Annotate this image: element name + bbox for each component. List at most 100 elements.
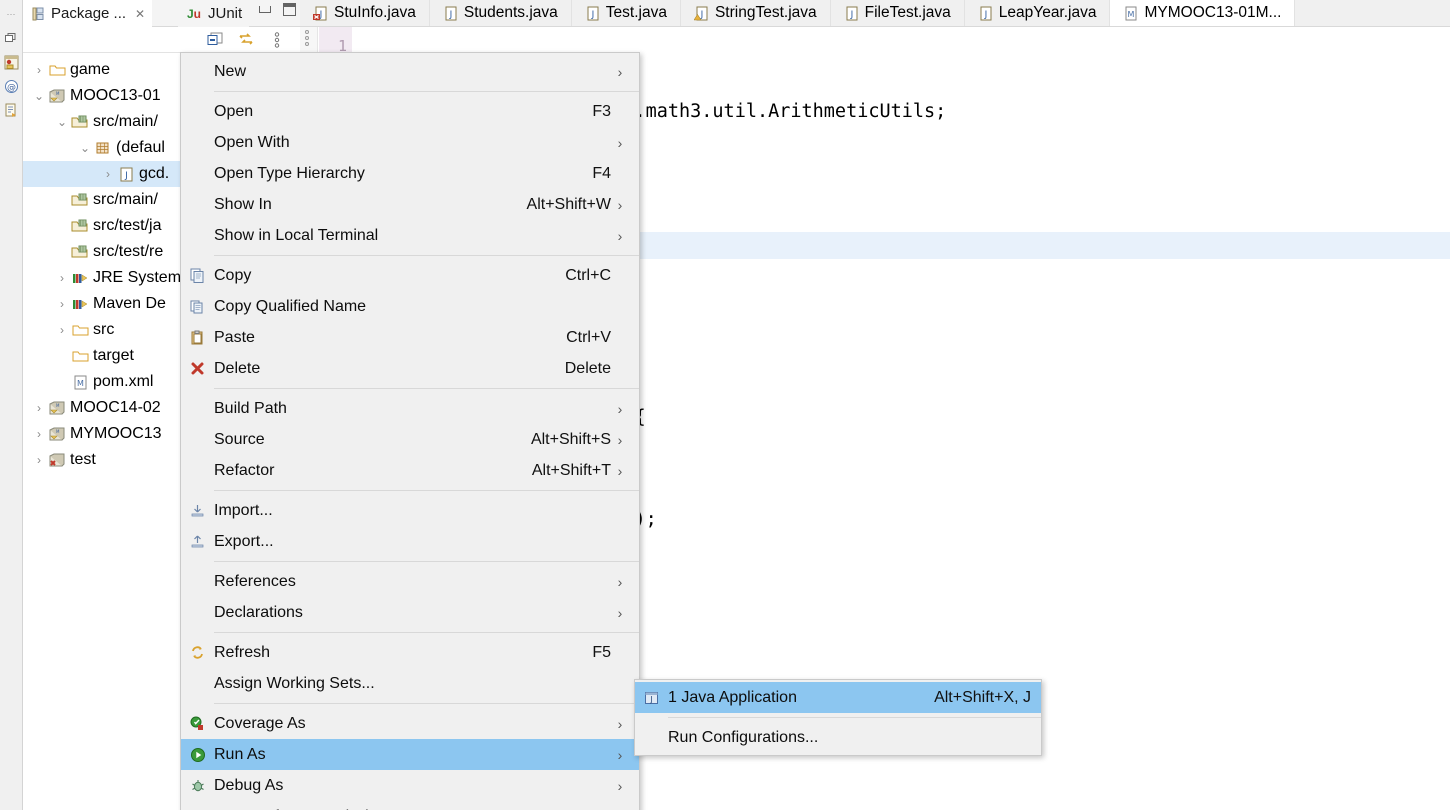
tree-item-label: MYMOOC13 <box>70 425 162 442</box>
folder-icon <box>47 63 67 77</box>
menu-item-open-type-hierarchy[interactable]: Open Type Hierarchy F4 › <box>181 158 639 189</box>
chevron-right-icon[interactable]: › <box>31 63 47 77</box>
menu-item-label: Refactor <box>214 461 275 479</box>
menu-item-label: Show in Local Terminal <box>214 226 379 244</box>
view-tab-strip: Package ... ✕ Ju JUnit <box>23 0 300 27</box>
editor-tab-mymooc13-pom[interactable]: M MYMOOC13-01M... <box>1110 0 1296 26</box>
chevron-right-icon[interactable]: › <box>54 271 70 285</box>
editor-tab-filetest[interactable]: J FileTest.java <box>831 0 965 26</box>
tab-junit[interactable]: Ju JUnit <box>178 0 250 27</box>
collapse-all-icon[interactable] <box>206 31 224 49</box>
menu-item-copy-qualified-name[interactable]: Copy Qualified Name › <box>181 291 639 322</box>
menu-item-accelerator: Ctrl+C <box>565 266 611 284</box>
editor-tab-students[interactable]: J Students.java <box>430 0 572 26</box>
explorer-toolbar <box>23 27 300 53</box>
chevron-right-icon[interactable]: › <box>31 401 47 415</box>
submenu-item-java-application[interactable]: J 1 Java Application Alt+Shift+X, J <box>635 682 1041 713</box>
restore-icon[interactable] <box>1 28 21 48</box>
chevron-right-icon: › <box>617 573 623 590</box>
refresh-icon <box>181 645 214 660</box>
menu-item-declarations[interactable]: Declarations › <box>181 597 639 628</box>
menu-item-accelerator: Ctrl+V <box>566 328 611 346</box>
tree-item-label: JRE System <box>93 269 182 286</box>
svg-text:J: J <box>590 10 594 20</box>
chevron-right-icon: › <box>617 462 623 479</box>
menu-item-label: Refresh <box>214 643 271 661</box>
menu-item-label: New <box>214 62 247 80</box>
svg-text:M: M <box>77 379 84 388</box>
menu-item-open-with[interactable]: Open With › <box>181 127 639 158</box>
chevron-down-icon[interactable]: ⌄ <box>54 115 70 129</box>
menu-separator <box>214 703 639 704</box>
tab-package-explorer[interactable]: Package ... ✕ <box>23 0 153 27</box>
menu-item-copy[interactable]: Copy Ctrl+C › <box>181 260 639 291</box>
menu-item-paste[interactable]: Paste Ctrl+V › <box>181 322 639 353</box>
menu-item-assign-working-sets[interactable]: Assign Working Sets... › <box>181 668 639 699</box>
run-as-submenu[interactable]: J 1 Java Application Alt+Shift+X, J Run … <box>634 679 1042 756</box>
view-menu-icon[interactable] <box>268 31 286 49</box>
folder-icon <box>70 323 90 337</box>
menu-item-build-path[interactable]: Build Path › <box>181 393 639 424</box>
chevron-right-icon[interactable]: › <box>54 323 70 337</box>
chevron-right-icon[interactable]: › <box>31 453 47 467</box>
submenu-item-run-configurations[interactable]: Run Configurations... <box>635 722 1041 753</box>
maximize-icon[interactable] <box>283 3 296 16</box>
menu-item-references[interactable]: References › <box>181 566 639 597</box>
menu-item-refresh[interactable]: Refresh F5 › <box>181 637 639 668</box>
source-folder-icon <box>70 219 90 233</box>
minimize-icon[interactable] <box>259 6 271 13</box>
chevron-right-icon[interactable]: › <box>31 427 47 441</box>
link-with-editor-icon[interactable] <box>237 31 255 49</box>
menu-item-restore-from-local-history[interactable]: Restore from Local History... › <box>181 801 639 810</box>
menu-item-show-in[interactable]: Show In Alt+Shift+W › <box>181 189 639 220</box>
chevron-right-icon[interactable]: › <box>54 297 70 311</box>
menu-item-label: Copy <box>214 266 252 284</box>
menu-item-import[interactable]: Import... › <box>181 495 639 526</box>
chevron-right-icon: › <box>617 746 623 763</box>
editor-tab-strip: J StuInfo.java J Students.java J Test.ja… <box>300 0 1450 27</box>
tab-label: Package ... <box>51 5 127 22</box>
package-explorer-icon <box>30 7 46 21</box>
outline-view-icon[interactable] <box>1 100 21 120</box>
menu-item-new[interactable]: New › <box>181 56 639 87</box>
svg-text:J: J <box>849 10 853 20</box>
java-error-file-icon: J <box>313 6 328 21</box>
menu-separator <box>214 388 639 389</box>
menu-item-coverage-as[interactable]: Coverage As › <box>181 708 639 739</box>
chevron-right-icon[interactable]: › <box>100 167 116 181</box>
menu-item-open[interactable]: Open F3 › <box>181 96 639 127</box>
chevron-down-icon[interactable]: ⌄ <box>31 89 47 103</box>
menu-item-accelerator: F4 <box>592 164 611 182</box>
submenu-separator <box>668 717 1041 718</box>
svg-text:M: M <box>56 403 60 408</box>
menu-item-label: Debug As <box>214 776 284 794</box>
ruler-menu-icon[interactable] <box>305 30 309 46</box>
menu-item-refactor[interactable]: Refactor Alt+Shift+T › <box>181 455 639 486</box>
menu-item-show-in-local-terminal[interactable]: Show in Local Terminal › <box>181 220 639 251</box>
chevron-right-icon: › <box>617 604 623 621</box>
menu-item-label: Open With <box>214 133 290 151</box>
menu-item-accelerator: Alt+Shift+W <box>526 195 611 213</box>
menu-item-run-as[interactable]: Run As › <box>181 739 639 770</box>
menu-item-debug-as[interactable]: Debug As › <box>181 770 639 801</box>
menu-item-export[interactable]: Export... › <box>181 526 639 557</box>
svg-text:J: J <box>124 171 128 181</box>
editor-tab-stuinfo[interactable]: J StuInfo.java <box>300 0 430 26</box>
java-perspective-icon[interactable] <box>1 52 21 72</box>
menu-item-label: Source <box>214 430 265 448</box>
menu-item-label: Build Path <box>214 399 287 417</box>
editor-tab-leapyear[interactable]: J LeapYear.java <box>965 0 1111 26</box>
menu-item-source[interactable]: Source Alt+Shift+S › <box>181 424 639 455</box>
menu-item-delete[interactable]: Delete Delete › <box>181 353 639 384</box>
editor-tab-test[interactable]: J Test.java <box>572 0 681 26</box>
editor-tab-stringtest[interactable]: J StringTest.java <box>681 0 831 26</box>
java-file-icon: J <box>116 167 136 182</box>
tree-item-label: game <box>70 61 111 78</box>
close-icon[interactable]: ✕ <box>135 7 145 21</box>
menu-item-label: Copy Qualified Name <box>214 297 367 315</box>
java-file-icon: J <box>585 6 600 21</box>
at-perspective-icon[interactable]: @ <box>1 76 21 96</box>
context-menu[interactable]: New › Open F3 › Open With › Open Type Hi… <box>180 52 640 810</box>
chevron-down-icon[interactable]: ⌄ <box>77 141 93 155</box>
java-warning-file-icon: J <box>693 6 709 21</box>
